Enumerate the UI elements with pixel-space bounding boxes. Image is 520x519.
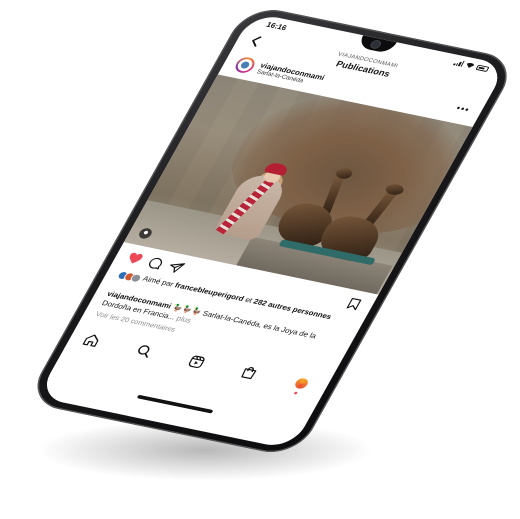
comment-icon[interactable] — [145, 255, 166, 270]
status-time: 16:16 — [264, 20, 289, 33]
likes-prefix: Aimé par — [141, 274, 178, 289]
camera-notch — [356, 35, 397, 54]
more-dots-icon[interactable]: ••• — [454, 104, 472, 116]
phone-bezel: 16:16 VIAJANDOCONMAMI Publications viaja… — [24, 4, 520, 459]
shop-bag-icon[interactable] — [238, 364, 260, 381]
notification-dot — [293, 391, 298, 395]
signal-icon — [452, 59, 465, 67]
avatar-image — [239, 60, 251, 70]
send-icon[interactable] — [166, 260, 187, 275]
heart-icon[interactable] — [124, 251, 145, 266]
caption-more-link[interactable]: plus — [173, 313, 193, 324]
wifi-icon — [466, 62, 475, 68]
bookmark-icon[interactable] — [343, 296, 364, 311]
status-icons — [452, 59, 490, 72]
home-icon[interactable] — [81, 332, 103, 349]
home-indicator[interactable] — [136, 394, 214, 414]
profile-avatar-icon[interactable] — [293, 377, 310, 390]
avatar-ring-gap — [235, 57, 255, 73]
search-icon[interactable] — [133, 343, 155, 360]
phone-screen: 16:16 VIAJANDOCONMAMI Publications viaja… — [36, 12, 508, 450]
camera-icon — [370, 40, 382, 49]
reels-icon[interactable] — [185, 354, 207, 371]
battery-icon — [475, 64, 490, 72]
avatar[interactable] — [232, 55, 258, 75]
liker-avatars — [115, 270, 144, 284]
